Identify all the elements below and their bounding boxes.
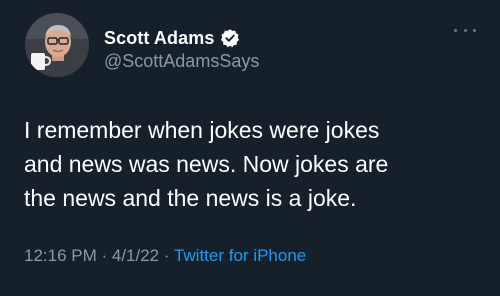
author-handle[interactable]: @ScottAdamsSays [104,51,259,72]
meta-separator: · [159,246,174,265]
more-dot [473,28,476,32]
tweet-text: I remember when jokes were jokes and new… [24,117,389,211]
meta-separator: · [96,246,112,265]
tweet-card: Scott Adams @ScottAdamsSays I remember w… [0,0,500,296]
profile-photo-image [25,13,89,77]
more-dot [454,28,457,32]
author-display-name[interactable]: Scott Adams [104,28,214,49]
more-options-icon[interactable] [454,22,476,38]
tweet-metadata: 12:16 PM · 4/1/22 · Twitter for iPhone [24,246,306,266]
tweet-time[interactable]: 12:16 PM [24,246,97,265]
tweet-source-link[interactable]: Twitter for iPhone [174,246,306,265]
author-name-row[interactable]: Scott Adams [104,27,240,49]
avatar[interactable] [25,13,89,77]
verified-badge-icon [220,28,240,48]
tweet-date[interactable]: 4/1/22 [112,246,159,265]
more-dot [463,28,467,32]
